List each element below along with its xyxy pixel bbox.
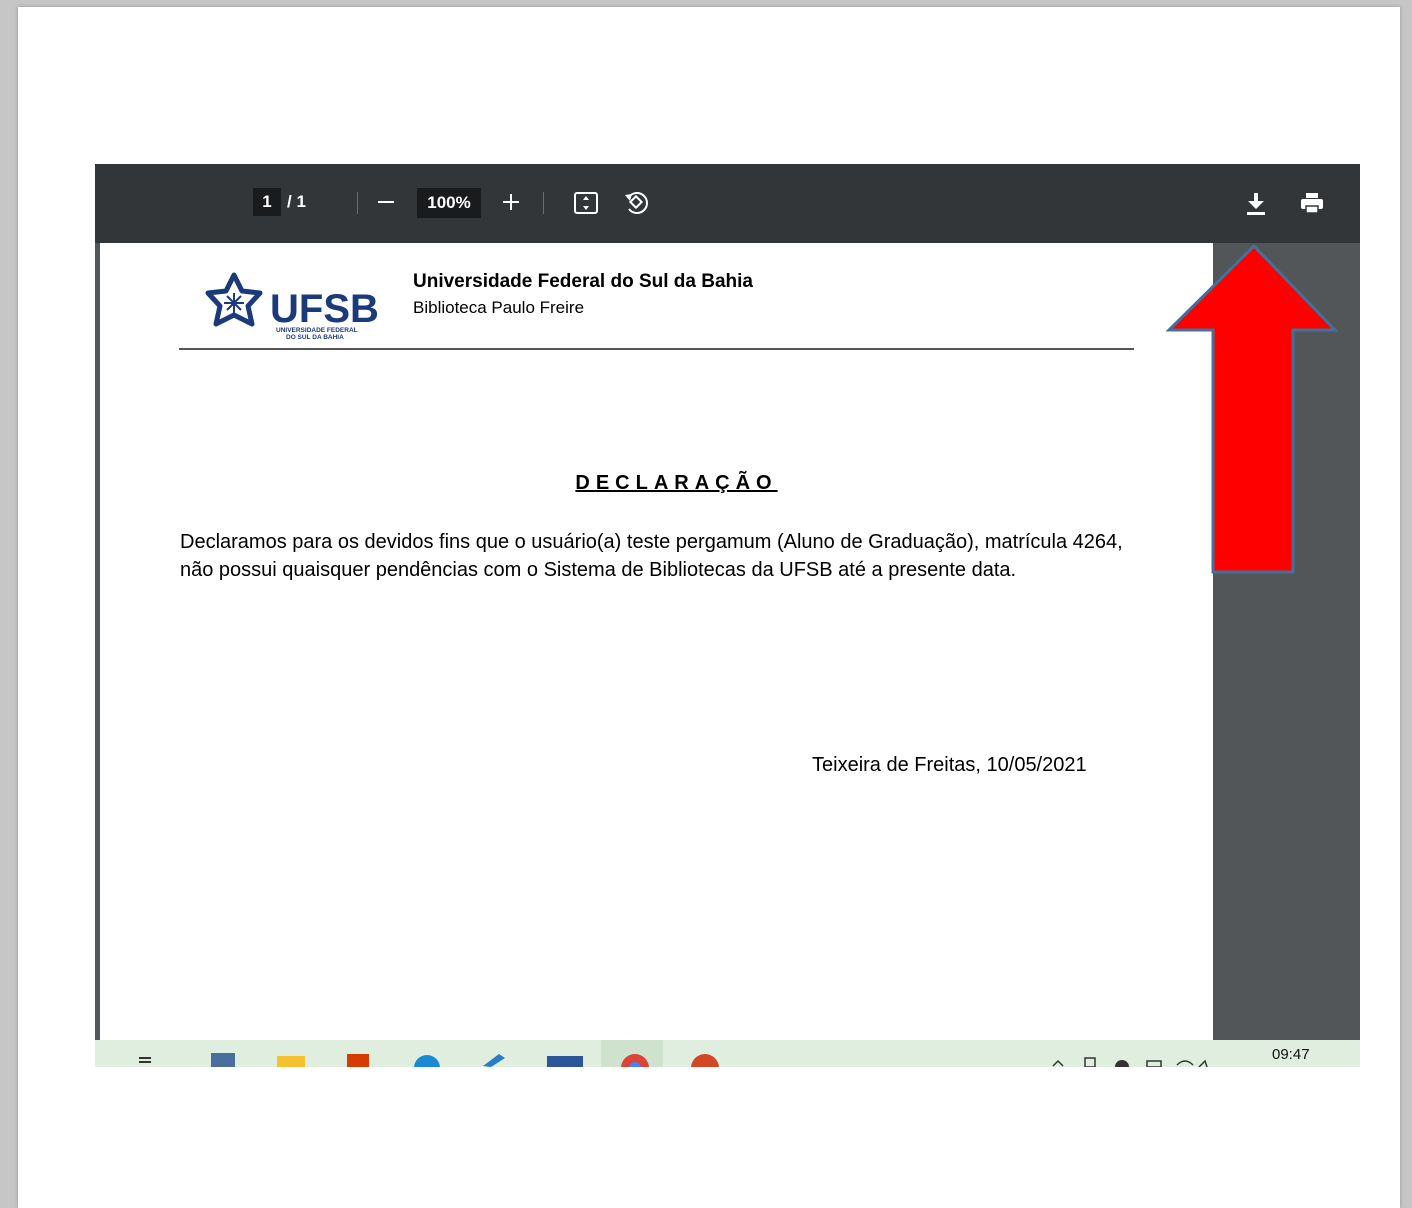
- page-total: / 1: [287, 192, 306, 211]
- toolbar-divider: [543, 192, 544, 214]
- place-and-date: Teixeira de Freitas, 10/05/2021: [812, 754, 1087, 776]
- file-explorer-icon[interactable]: [277, 1056, 305, 1067]
- library-name: Biblioteca Paulo Freire: [413, 298, 585, 317]
- university-name: Universidade Federal do Sul da Bahia: [413, 271, 753, 292]
- rotate-icon[interactable]: [623, 189, 651, 217]
- office-icon[interactable]: [347, 1054, 369, 1067]
- zoom-in-icon[interactable]: [501, 188, 521, 216]
- page-number-input[interactable]: 1: [253, 188, 281, 216]
- task-view-icon[interactable]: [139, 1057, 151, 1063]
- toolbar-divider: [357, 192, 358, 214]
- fit-to-page-icon[interactable]: [573, 190, 599, 216]
- download-icon[interactable]: [1243, 189, 1269, 217]
- annotation-arrow-up: [1165, 243, 1339, 575]
- declaration-body: Declaramos para os devidos fins que o us…: [180, 531, 1123, 581]
- word-icon[interactable]: [547, 1056, 583, 1067]
- pdf-toolbar: 1 / 1 100%: [95, 164, 1360, 243]
- header-divider: [179, 348, 1134, 350]
- zoom-level-input[interactable]: 100%: [417, 188, 481, 218]
- taskbar-clock[interactable]: 09:47: [1272, 1046, 1310, 1063]
- vscode-icon[interactable]: [483, 1054, 505, 1067]
- windows-taskbar: 09:47: [95, 1040, 1360, 1067]
- ufsb-logo: UFSB UNIVERSIDADE FEDERAL DO SUL DA BAHI…: [180, 269, 394, 345]
- print-icon[interactable]: [1298, 189, 1326, 217]
- powerpoint-icon[interactable]: [691, 1054, 719, 1067]
- calculator-icon[interactable]: [211, 1053, 235, 1067]
- pdf-page: UFSB UNIVERSIDADE FEDERAL DO SUL DA BAHI…: [100, 243, 1213, 1067]
- zoom-out-icon[interactable]: [376, 188, 396, 216]
- edge-icon[interactable]: [414, 1055, 440, 1067]
- svg-text:DO SUL DA BAHIA: DO SUL DA BAHIA: [286, 334, 344, 341]
- svg-text:UNIVERSIDADE FEDERAL: UNIVERSIDADE FEDERAL: [276, 327, 358, 334]
- system-tray-icons[interactable]: [1052, 1057, 1208, 1067]
- declaration-title: DECLARAÇÃO: [575, 472, 778, 494]
- svg-text:UFSB: UFSB: [270, 287, 379, 331]
- slide-canvas: 1 / 1 100% UFSB UNIVERSIDADE FEDERAL DO …: [18, 7, 1400, 1208]
